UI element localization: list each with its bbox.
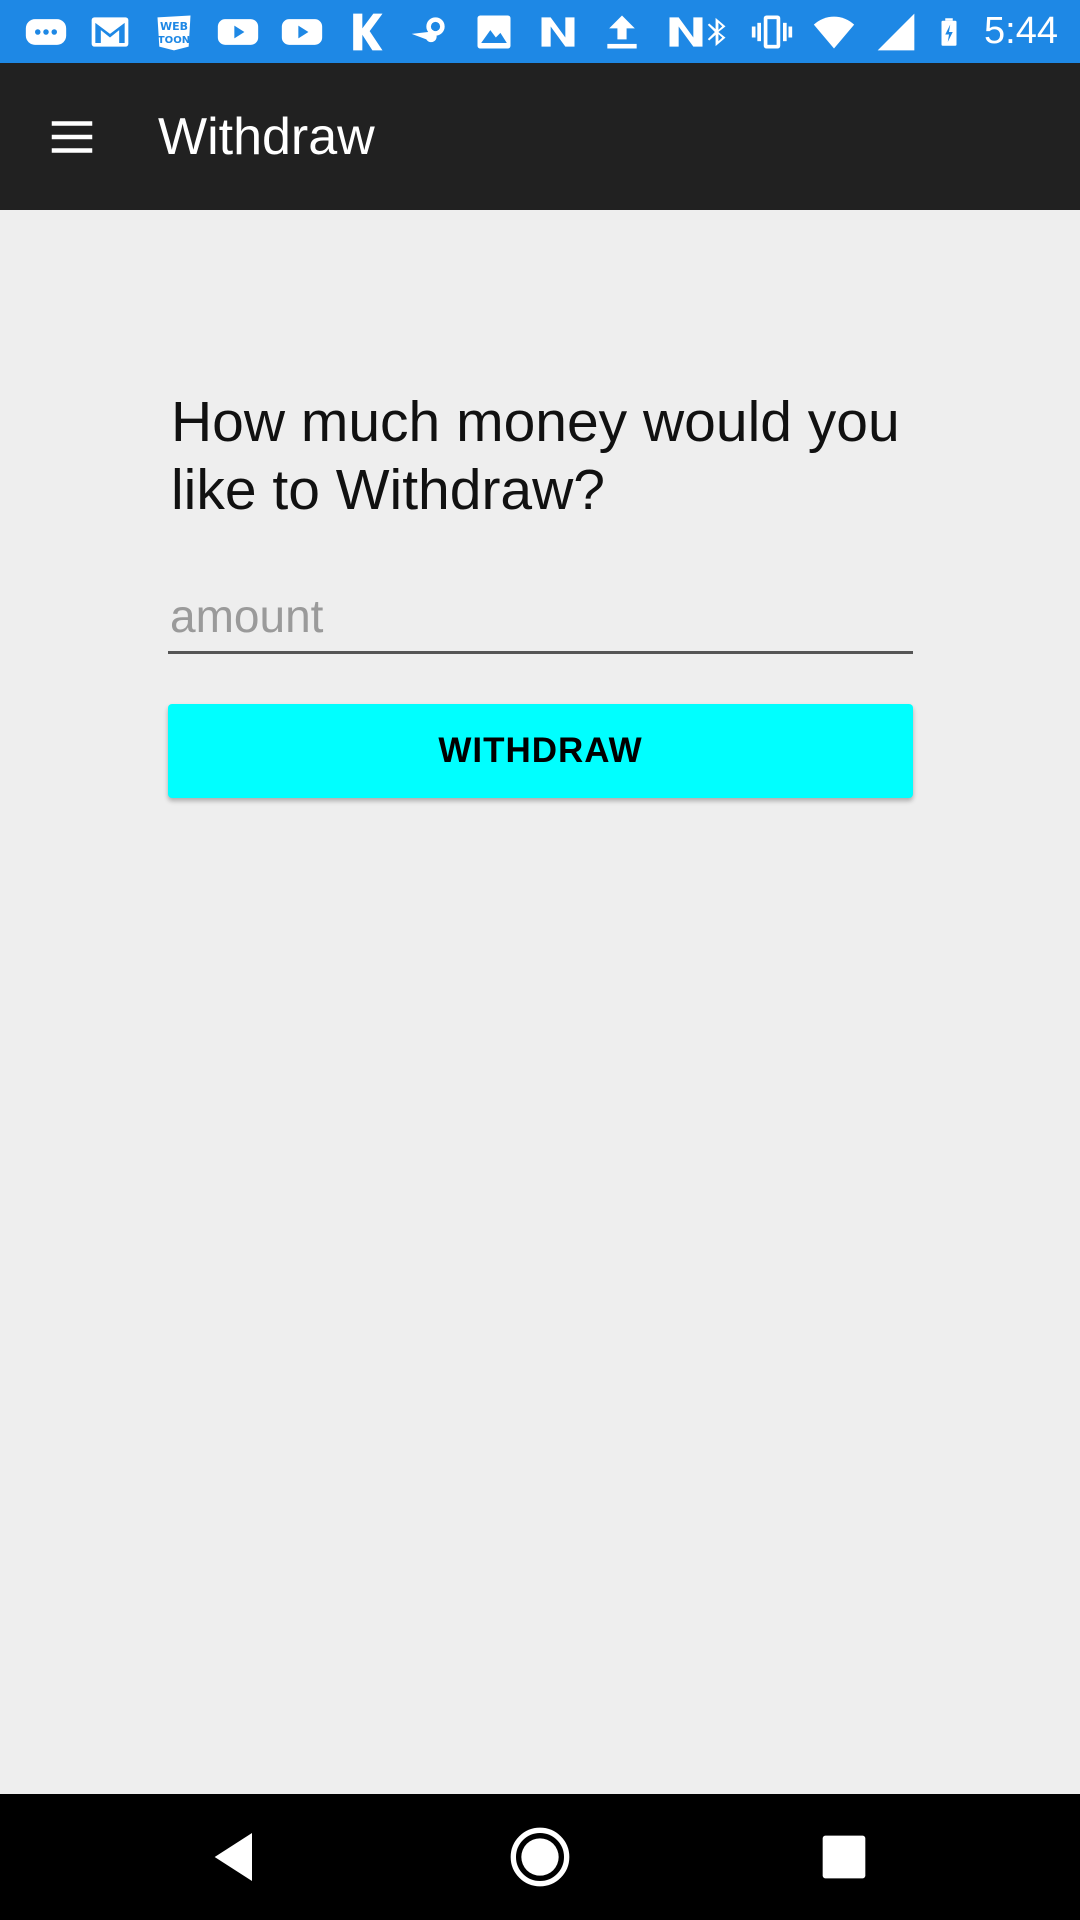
navigation-bar: [0, 1794, 1080, 1920]
steam-icon: [406, 10, 454, 54]
svg-text:TOON: TOON: [158, 35, 190, 46]
wifi-icon: [810, 10, 858, 54]
image-icon: [470, 10, 518, 54]
svg-text:WEB: WEB: [160, 20, 188, 33]
webtoon-icon: WEB TOON: [150, 10, 198, 54]
status-clock: 5:44: [984, 10, 1058, 52]
back-icon[interactable]: [196, 1817, 276, 1897]
page-title: Withdraw: [158, 108, 375, 166]
system-icons: 5:44: [700, 0, 1058, 63]
signal-icon: [872, 10, 920, 54]
bluetooth-icon: [700, 10, 734, 54]
withdraw-button[interactable]: WITHDRAW: [168, 704, 913, 798]
youtube-icon: [278, 10, 326, 54]
amount-field: [168, 584, 913, 654]
upload-icon: [598, 10, 646, 54]
n-app-icon: [534, 10, 582, 54]
recents-icon[interactable]: [804, 1817, 884, 1897]
battery-charging-icon: [934, 10, 964, 54]
notification-icons: WEB TOON: [22, 0, 710, 63]
app-bar: Withdraw: [0, 63, 1080, 210]
messages-icon: [22, 10, 70, 54]
youtube-icon: [214, 10, 262, 54]
hamburger-menu-icon[interactable]: [36, 101, 108, 173]
home-icon[interactable]: [500, 1817, 580, 1897]
k-app-icon: [342, 10, 390, 54]
withdraw-prompt: How much money would you like to Withdra…: [171, 390, 900, 522]
status-bar: WEB TOON 5:44: [0, 0, 1080, 63]
gmail-icon: [86, 10, 134, 54]
amount-input[interactable]: [168, 584, 913, 648]
vibrate-icon: [748, 10, 796, 54]
